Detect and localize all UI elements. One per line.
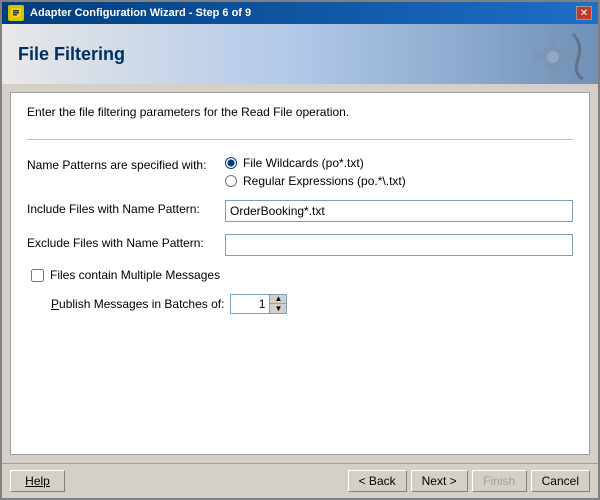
radio-wildcards-label: File Wildcards (po*.txt) — [243, 156, 364, 170]
include-files-row: Include Files with Name Pattern: — [27, 200, 573, 222]
batch-label: Publish Messages in Batches of: — [51, 297, 224, 311]
multiple-messages-checkbox[interactable] — [31, 269, 44, 282]
name-patterns-control: File Wildcards (po*.txt) Regular Express… — [225, 156, 573, 188]
window-icon — [8, 5, 24, 21]
exclude-files-input[interactable] — [225, 234, 573, 256]
batch-row: Publish Messages in Batches of: ▲ ▼ — [51, 294, 573, 314]
exclude-files-control — [225, 234, 573, 256]
page-title: File Filtering — [18, 44, 125, 65]
close-button[interactable]: ✕ — [576, 6, 592, 20]
name-patterns-row: Name Patterns are specified with: File W… — [27, 156, 573, 188]
radio-regex[interactable]: Regular Expressions (po.*\.txt) — [225, 174, 573, 188]
multiple-messages-row: Files contain Multiple Messages — [31, 268, 573, 282]
spinner-buttons: ▲ ▼ — [270, 294, 287, 314]
radio-regex-input[interactable] — [225, 175, 237, 187]
footer-left: Help — [10, 470, 65, 492]
finish-button[interactable]: Finish — [472, 470, 527, 492]
radio-wildcards[interactable]: File Wildcards (po*.txt) — [225, 156, 573, 170]
footer: Help < Back Next > Finish Cancel — [2, 463, 598, 498]
name-patterns-label: Name Patterns are specified with: — [27, 156, 217, 172]
radio-wildcards-input[interactable] — [225, 157, 237, 169]
cancel-button[interactable]: Cancel — [531, 470, 590, 492]
batch-spinner: ▲ ▼ — [230, 294, 287, 314]
include-files-control — [225, 200, 573, 222]
next-button[interactable]: Next > — [411, 470, 468, 492]
exclude-files-row: Exclude Files with Name Pattern: — [27, 234, 573, 256]
gear-icon — [518, 29, 588, 84]
help-button[interactable]: Help — [10, 470, 65, 492]
spinner-down-button[interactable]: ▼ — [270, 304, 286, 313]
multiple-messages-label: Files contain Multiple Messages — [50, 268, 220, 282]
separator — [27, 139, 573, 140]
back-button[interactable]: < Back — [348, 470, 407, 492]
header-band: File Filtering — [2, 24, 598, 84]
spinner-up-button[interactable]: ▲ — [270, 295, 286, 304]
description-text: Enter the file filtering parameters for … — [27, 105, 573, 119]
radio-regex-label: Regular Expressions (po.*\.txt) — [243, 174, 406, 188]
include-files-label: Include Files with Name Pattern: — [27, 200, 217, 216]
title-text: Adapter Configuration Wizard - Step 6 of… — [30, 7, 251, 19]
footer-right: < Back Next > Finish Cancel — [348, 470, 590, 492]
exclude-files-label: Exclude Files with Name Pattern: — [27, 234, 217, 250]
wizard-window: Adapter Configuration Wizard - Step 6 of… — [0, 0, 600, 500]
content-area: Enter the file filtering parameters for … — [10, 92, 590, 455]
batch-value-input[interactable] — [230, 294, 270, 314]
include-files-input[interactable] — [225, 200, 573, 222]
title-bar: Adapter Configuration Wizard - Step 6 of… — [2, 2, 598, 24]
